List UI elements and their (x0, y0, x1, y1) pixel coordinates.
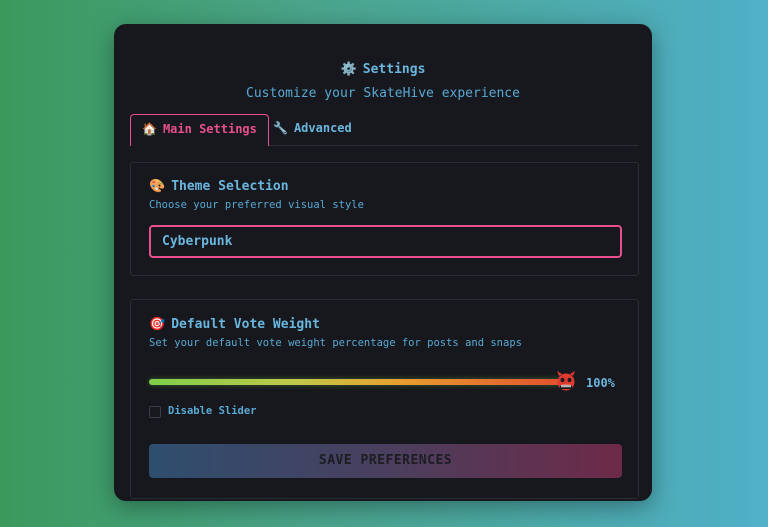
vote-weight-section: 🎯 Default Vote Weight Set your default vo… (130, 299, 639, 499)
disable-slider-checkbox[interactable] (149, 406, 161, 418)
wrench-icon: 🔧 (273, 121, 288, 135)
target-icon: 🎯 (149, 317, 166, 332)
tab-label: Main Settings (162, 122, 257, 136)
page-subtitle: Customize your SkateHive experience (246, 86, 520, 101)
theme-title: 🎨 Theme Selection (149, 179, 289, 194)
home-icon: 🏠 (142, 122, 157, 136)
theme-select[interactable]: Cyberpunk (149, 225, 622, 258)
disable-slider-label[interactable]: Disable Slider (168, 405, 257, 417)
slider-thumb-skull-icon[interactable] (555, 370, 577, 394)
tab-main-settings[interactable]: 🏠 Main Settings (130, 114, 269, 146)
vote-description: Set your default vote weight percentage … (149, 337, 522, 349)
theme-title-text: Theme Selection (171, 179, 289, 194)
vote-weight-value: 100% (586, 376, 615, 390)
page-title: ⚙️ Settings (114, 62, 652, 77)
gear-icon: ⚙️ (340, 62, 357, 77)
vote-title: 🎯 Default Vote Weight (149, 317, 320, 332)
save-preferences-button[interactable]: SAVE PREFERENCES (149, 444, 622, 478)
theme-section: 🎨 Theme Selection Choose your preferred v… (130, 162, 639, 276)
theme-description: Choose your preferred visual style (149, 199, 364, 211)
settings-modal: ⚙️ Settings Customize your SkateHive expe… (114, 24, 652, 501)
page-title-text: Settings (362, 62, 426, 77)
tab-bar: 🏠 Main Settings 🔧 Advanced (130, 114, 639, 146)
palette-icon: 🎨 (149, 179, 166, 194)
vote-weight-slider[interactable] (149, 379, 563, 385)
tab-label: Advanced (293, 121, 352, 135)
tab-advanced[interactable]: 🔧 Advanced (262, 114, 363, 145)
vote-title-text: Default Vote Weight (171, 317, 320, 332)
